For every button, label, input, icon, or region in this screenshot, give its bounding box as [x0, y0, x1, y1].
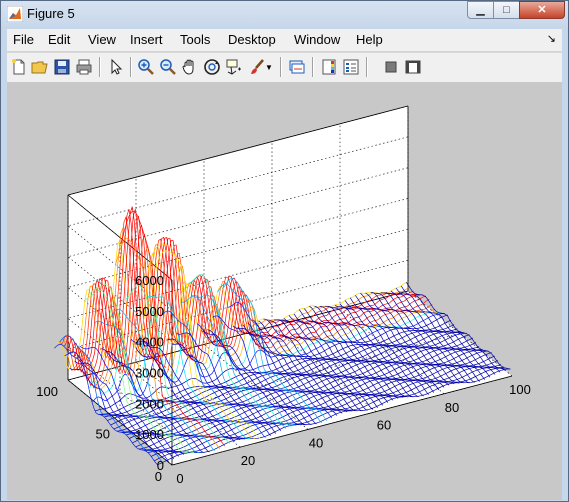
menu-tools[interactable]: Tools [180, 32, 210, 47]
close-button[interactable]: ✕ [519, 1, 565, 19]
new-figure-icon[interactable] [10, 58, 28, 76]
figure-window: Figure 5 ▁ □ ✕ File Edit View Insert Too… [0, 0, 569, 502]
dock-arrow-icon[interactable]: ↘ [547, 32, 556, 45]
menu-help[interactable]: Help [356, 32, 383, 47]
minimize-icon: ▁ [476, 4, 485, 16]
toolbar-separator [366, 57, 368, 77]
menu-insert[interactable]: Insert [130, 32, 163, 47]
maximize-icon: □ [503, 4, 510, 16]
link-plot-icon[interactable] [288, 58, 306, 76]
edit-plot-arrow-icon[interactable] [107, 58, 125, 76]
x-tick-label: 0 [176, 471, 183, 486]
maximize-button[interactable]: □ [493, 1, 520, 19]
toolbar-separator [99, 57, 101, 77]
toolbar-separator [312, 57, 314, 77]
menu-file[interactable]: File [13, 32, 34, 47]
open-file-icon[interactable] [31, 58, 49, 76]
brush-dropdown-icon[interactable]: ▼ [265, 63, 273, 81]
menu-desktop[interactable]: Desktop [228, 32, 276, 47]
figure-toolbar: ▼ [7, 52, 562, 83]
minimize-button[interactable]: ▁ [467, 1, 494, 19]
insert-legend-icon[interactable] [342, 58, 360, 76]
insert-colorbar-icon[interactable] [320, 58, 338, 76]
menu-bar: File Edit View Insert Tools Desktop Wind… [7, 29, 562, 51]
z-tick-label: 1000 [135, 427, 164, 442]
z-tick-label: 3000 [135, 366, 164, 381]
close-icon: ✕ [537, 4, 547, 16]
print-figure-icon[interactable] [75, 58, 93, 76]
pan-hand-icon[interactable] [181, 58, 199, 76]
hide-plot-tools-icon[interactable] [382, 58, 400, 76]
zoom-in-icon[interactable] [137, 58, 155, 76]
y-tick-label: 100 [36, 384, 58, 399]
data-cursor-icon[interactable] [225, 58, 243, 76]
title-bar[interactable]: Figure 5 ▁ □ ✕ [1, 1, 568, 27]
surface-plot[interactable]: 0100020003000400050006000050100020406080… [7, 82, 562, 500]
x-tick-label: 40 [309, 435, 323, 450]
matlab-logo-icon [7, 6, 23, 22]
menu-view[interactable]: View [88, 32, 116, 47]
figure-canvas: 0 1000 2000 3000 4000 5000 6000 0 50 100 0 20 40 60 80… [7, 82, 562, 500]
z-tick-label: 2000 [135, 396, 164, 411]
toolbar-separator [280, 57, 282, 77]
x-tick-label: 20 [241, 453, 255, 468]
menu-edit[interactable]: Edit [48, 32, 70, 47]
menu-window[interactable]: Window [294, 32, 340, 47]
x-tick-label: 60 [377, 418, 391, 433]
rotate-3d-icon[interactable] [203, 58, 221, 76]
zoom-out-icon[interactable] [159, 58, 177, 76]
window-title: Figure 5 [27, 6, 75, 21]
toolbar-separator [130, 57, 132, 77]
y-tick-label: 50 [96, 427, 110, 442]
z-tick-label: 6000 [135, 273, 164, 288]
save-figure-icon[interactable] [53, 58, 71, 76]
x-tick-label: 80 [445, 400, 459, 415]
x-tick-label: 100 [509, 382, 531, 397]
z-tick-label: 4000 [135, 335, 164, 350]
brush-icon[interactable] [248, 58, 266, 76]
show-plot-tools-icon[interactable] [404, 58, 422, 76]
z-tick-label: 5000 [135, 304, 164, 319]
y-tick-label: 0 [155, 469, 162, 484]
